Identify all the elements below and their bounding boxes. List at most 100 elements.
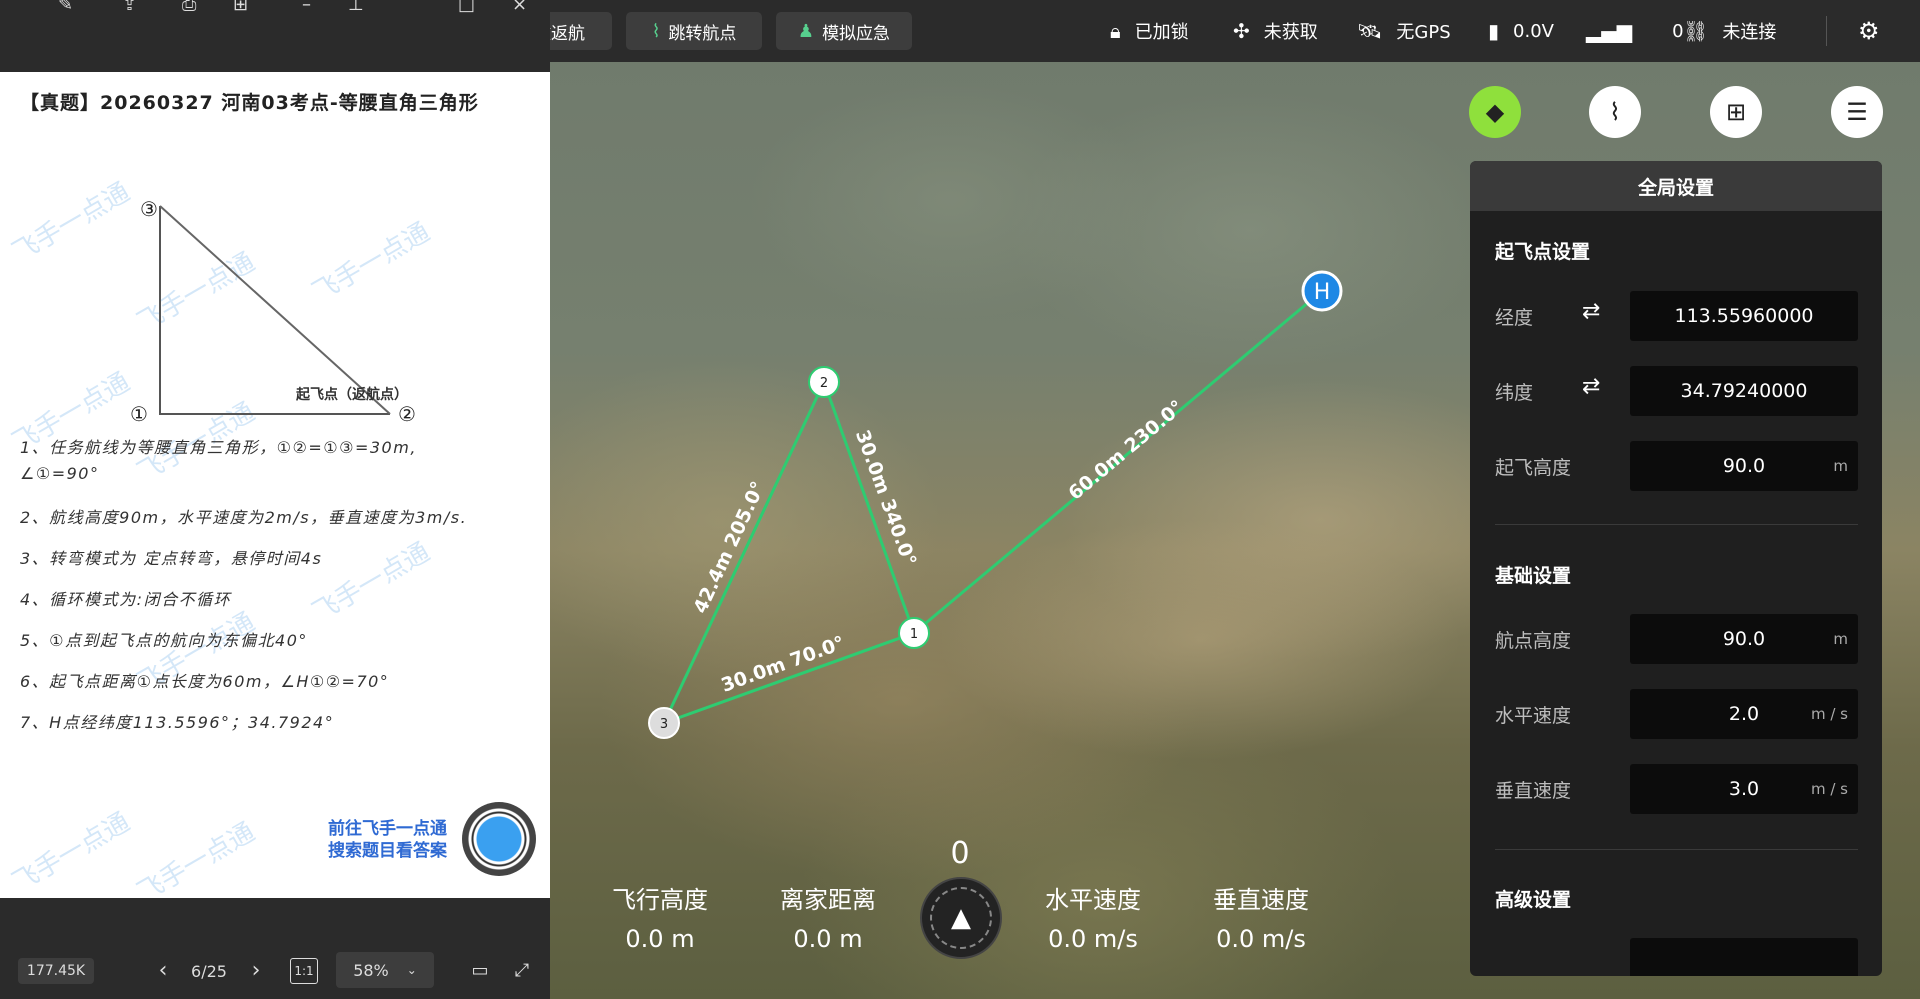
link-broken-icon: ⛓︎: [1683, 19, 1709, 43]
settings-gear-button[interactable]: ⚙: [1858, 0, 1880, 62]
grid-icon: ⊞: [1725, 98, 1747, 126]
requirement-line: ∠①=90°: [20, 464, 100, 483]
takeoff-altitude-label: 起飞高度: [1495, 457, 1572, 479]
latitude-label: 纬度: [1495, 382, 1534, 404]
waypoint-1[interactable]: 1: [898, 617, 930, 649]
section-divider: [1495, 849, 1858, 850]
promo-line-1: 前往飞手一点通: [328, 819, 447, 839]
horizontal-speed-field[interactable]: 2.0 m / s: [1630, 689, 1858, 739]
latitude-field[interactable]: 34.79240000: [1630, 366, 1858, 416]
gps-status: 🛰︎ 无GPS: [1357, 0, 1451, 62]
grid-button[interactable]: ⊞: [1710, 86, 1762, 138]
drone-status: ✣ 未获取: [1233, 0, 1318, 62]
waypoint-3[interactable]: 3: [648, 707, 680, 739]
north-arrow-icon: ▲: [951, 903, 971, 933]
watermark: 飞手一点通: [7, 807, 136, 898]
drone-status-text: 未获取: [1263, 22, 1318, 43]
requirement-line: 1、任务航线为等腰直角三角形，①②=①③=30m,: [20, 438, 417, 457]
triangle-diagram: ③ ① ② ☆: [130, 197, 416, 422]
connection-status-text: 未连接: [1722, 22, 1777, 43]
zoom-value: 58%: [353, 960, 389, 980]
maximize-icon[interactable]: □: [458, 0, 475, 15]
vertical-speed-telemetry-label: 垂直速度: [1213, 886, 1309, 914]
person-icon: ♟: [797, 20, 815, 42]
takeoff-section-title: 起飞点设置: [1495, 241, 1591, 263]
advanced-field[interactable]: [1630, 938, 1858, 976]
waypoint-3-label: 3: [660, 717, 668, 732]
fullscreen-icon[interactable]: ⤢: [510, 958, 534, 982]
gps-status-text: 无GPS: [1396, 22, 1451, 43]
waypoint-altitude-value: 90.0: [1722, 628, 1766, 650]
signal-bars-icon: ▂▄▆: [1586, 19, 1633, 43]
layers-icon: ◆: [1485, 98, 1505, 126]
altitude-label: 飞行高度: [612, 886, 708, 914]
swap-icon[interactable]: ⇄: [1582, 374, 1600, 399]
close-icon[interactable]: ×: [512, 0, 527, 15]
home-label: H: [1314, 280, 1331, 305]
takeoff-altitude-field[interactable]: 90.0 m: [1630, 441, 1858, 491]
lock-icon: 🔒︎: [1110, 19, 1121, 43]
file-size: 177.45K: [18, 958, 94, 984]
actual-size-label: 1:1: [294, 964, 314, 978]
compass: ▲: [920, 877, 1002, 959]
altitude-value: 0.0 m: [625, 925, 695, 953]
global-settings-panel: 全局设置 起飞点设置 经度 ⇄ 113.55960000 纬度 ⇄ 34.792…: [1470, 161, 1882, 976]
vertical-speed-telemetry-value: 0.0 m/s: [1216, 925, 1306, 953]
diagram-point-1: ①: [130, 402, 148, 422]
waypoint-2-label: 2: [820, 376, 828, 391]
next-page-button[interactable]: ›: [243, 955, 269, 985]
section-divider: [1495, 524, 1858, 525]
segment-label-2-3: 42.4m 205.0°: [689, 478, 769, 617]
prev-page-button[interactable]: ‹: [150, 955, 176, 985]
horizontal-speed-telemetry-label: 水平速度: [1045, 886, 1141, 914]
diagram-point-3: ③: [140, 197, 158, 221]
segment-label-1-2: 30.0m 340.0°: [851, 427, 921, 569]
pin-icon[interactable]: ⊥: [348, 0, 364, 15]
waypoint-2[interactable]: 2: [808, 366, 840, 398]
vertical-speed-unit: m / s: [1810, 780, 1848, 798]
satellite-icon: 🛰︎: [1357, 19, 1383, 43]
advanced-section-title: 高级设置: [1495, 889, 1572, 911]
document-title: 【真题】20260327 河南03考点-等腰直角三角形: [20, 92, 479, 114]
settings-title: 全局设置: [1470, 161, 1882, 211]
minimize-icon[interactable]: –: [302, 0, 311, 15]
list-button[interactable]: ☰: [1831, 86, 1883, 138]
simulate-emergency-button[interactable]: ♟ 模拟应急: [776, 12, 912, 50]
layout-icon[interactable]: ▭: [468, 958, 492, 982]
home-distance-value: 0.0 m: [793, 925, 863, 953]
waypoint-altitude-unit: m: [1833, 630, 1848, 648]
chevron-down-icon: ⌄: [406, 963, 417, 977]
requirement-line: 7、H点经纬度113.5596°；34.7924°: [20, 713, 335, 732]
requirement-line: 4、循环模式为:闭合不循环: [20, 590, 232, 609]
requirement-line: 2、航线高度90m，水平速度为2m/s，垂直速度为3m/s.: [20, 508, 468, 527]
promo-text: 前往飞手一点通 搜索题目看答案: [328, 818, 447, 862]
route-button[interactable]: ⌇: [1589, 86, 1641, 138]
edit-icon[interactable]: ✎: [58, 0, 73, 15]
home-point-marker[interactable]: H: [1301, 270, 1343, 312]
layers-button[interactable]: ◆: [1469, 86, 1521, 138]
swap-icon[interactable]: ⇄: [1582, 299, 1600, 324]
watermark: 飞手一点通: [307, 537, 436, 629]
gear-icon: ⚙: [1858, 17, 1880, 45]
actual-size-button[interactable]: 1:1: [290, 958, 318, 984]
heading-value: 0: [950, 836, 970, 871]
vertical-speed-field[interactable]: 3.0 m / s: [1630, 764, 1858, 814]
watermark: 飞手一点通: [132, 817, 261, 898]
jump-waypoint-button[interactable]: ⌇ 跳转航点: [626, 12, 762, 50]
takeoff-altitude-unit: m: [1833, 457, 1848, 475]
battery-icon: ▮: [1488, 19, 1500, 43]
waypoint-altitude-field[interactable]: 90.0 m: [1630, 614, 1858, 664]
battery-voltage: 0.0V: [1513, 20, 1554, 42]
lock-status-text: 已加锁: [1134, 22, 1189, 43]
signal-value: 0: [1672, 20, 1684, 42]
simulate-emergency-label: 模拟应急: [822, 23, 891, 44]
list-icon: ☰: [1846, 98, 1868, 126]
longitude-field[interactable]: 113.55960000: [1630, 291, 1858, 341]
print-icon[interactable]: ⎙: [182, 0, 196, 15]
share-icon[interactable]: ⇪: [122, 0, 137, 15]
crop-icon[interactable]: ⊞: [233, 0, 248, 15]
signal-status: ▂▄▆ 0: [1586, 0, 1684, 62]
segment-label-h-1: 60.0m 230.0°: [1064, 396, 1188, 505]
drone-icon: ✣: [1233, 19, 1250, 43]
zoom-select[interactable]: 58% ⌄: [336, 952, 434, 988]
